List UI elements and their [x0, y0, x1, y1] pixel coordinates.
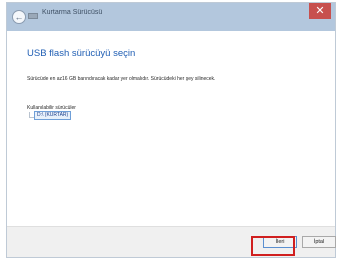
title-bar: ← Kurtarma Sürücüsü ✕ [7, 3, 335, 31]
page-heading: USB flash sürücüyü seçin [27, 48, 136, 59]
cancel-button[interactable]: İptal [302, 236, 336, 248]
window-title: Kurtarma Sürücüsü [42, 9, 103, 16]
back-icon: ← [14, 12, 24, 22]
back-button[interactable]: ← [12, 10, 26, 24]
drive-list-item[interactable]: D:\ (KURTAR) [34, 111, 72, 120]
close-button[interactable]: ✕ [309, 3, 331, 19]
close-icon: ✕ [315, 5, 325, 17]
wizard-window: ← Kurtarma Sürücüsü ✕ USB flash sürücüyü… [6, 2, 336, 258]
next-button-highlight [251, 236, 295, 256]
drive-icon [28, 13, 38, 19]
description-text: Sürücüde en az16 GB barındıracak kadar y… [27, 76, 216, 82]
content-area: USB flash sürücüyü seçin Sürücüde en az1… [7, 31, 335, 227]
